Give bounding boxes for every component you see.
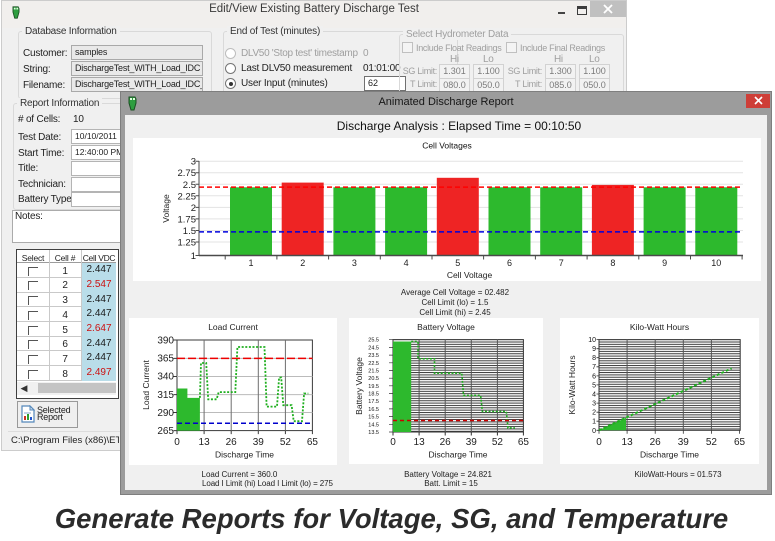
svg-text:340: 340 xyxy=(157,372,174,383)
svg-text:23.5: 23.5 xyxy=(368,353,379,359)
svg-text:2.25: 2.25 xyxy=(178,191,197,202)
svg-text:8: 8 xyxy=(592,355,596,362)
svg-text:0: 0 xyxy=(596,437,602,448)
svg-text:10: 10 xyxy=(711,258,721,268)
svg-text:Discharge Time: Discharge Time xyxy=(428,450,487,460)
svg-text:Battery Voltage: Battery Voltage xyxy=(417,322,475,332)
svg-text:Load Current: Load Current xyxy=(208,322,258,332)
svg-text:1.5: 1.5 xyxy=(183,226,196,237)
svg-text:0: 0 xyxy=(174,437,180,448)
svg-text:65: 65 xyxy=(307,437,319,448)
svg-text:6: 6 xyxy=(507,258,512,268)
svg-text:16.5: 16.5 xyxy=(368,407,379,413)
svg-text:8: 8 xyxy=(610,258,615,268)
svg-text:1: 1 xyxy=(191,251,196,262)
svg-text:3: 3 xyxy=(191,157,196,168)
svg-text:4: 4 xyxy=(592,391,596,398)
svg-text:20.5: 20.5 xyxy=(368,376,379,382)
svg-text:3: 3 xyxy=(352,258,357,268)
svg-text:52: 52 xyxy=(280,437,292,448)
svg-text:13: 13 xyxy=(199,437,211,448)
svg-text:26: 26 xyxy=(226,437,238,448)
svg-text:52: 52 xyxy=(706,437,718,448)
svg-text:Voltage: Voltage xyxy=(161,194,171,223)
svg-text:Discharge Time: Discharge Time xyxy=(640,450,699,460)
svg-text:18.5: 18.5 xyxy=(368,392,379,398)
svg-text:7: 7 xyxy=(592,364,596,371)
svg-text:39: 39 xyxy=(466,437,478,448)
svg-text:9: 9 xyxy=(662,258,667,268)
svg-text:39: 39 xyxy=(253,437,265,448)
svg-text:2.75: 2.75 xyxy=(178,168,197,179)
svg-text:Cell Voltages: Cell Voltages xyxy=(422,141,472,151)
svg-text:1: 1 xyxy=(248,258,253,268)
svg-text:Cell Voltage: Cell Voltage xyxy=(447,270,493,280)
svg-text:13: 13 xyxy=(414,437,426,448)
svg-text:2: 2 xyxy=(300,258,305,268)
svg-text:0: 0 xyxy=(592,428,596,435)
svg-text:1.75: 1.75 xyxy=(178,214,197,225)
svg-text:13.5: 13.5 xyxy=(368,430,379,436)
svg-text:52: 52 xyxy=(492,437,504,448)
svg-text:Load Current: Load Current xyxy=(141,360,151,410)
svg-text:1: 1 xyxy=(592,419,596,426)
svg-text:2: 2 xyxy=(191,203,196,214)
svg-text:13: 13 xyxy=(622,437,634,448)
svg-text:Discharge Time: Discharge Time xyxy=(215,450,274,460)
svg-text:24.5: 24.5 xyxy=(368,345,379,351)
svg-text:65: 65 xyxy=(518,437,530,448)
svg-text:15.5: 15.5 xyxy=(368,415,379,421)
svg-text:0: 0 xyxy=(390,437,396,448)
svg-text:65: 65 xyxy=(734,437,746,448)
svg-text:2: 2 xyxy=(592,410,596,417)
svg-text:26: 26 xyxy=(650,437,662,448)
svg-text:25.5: 25.5 xyxy=(368,338,379,344)
svg-text:19.5: 19.5 xyxy=(368,384,379,390)
svg-text:7: 7 xyxy=(559,258,564,268)
svg-text:2.5: 2.5 xyxy=(183,180,196,191)
svg-text:265: 265 xyxy=(157,426,174,437)
svg-text:14.5: 14.5 xyxy=(368,422,379,428)
svg-text:365: 365 xyxy=(157,354,174,365)
svg-text:10: 10 xyxy=(588,337,596,344)
svg-text:5: 5 xyxy=(455,258,460,268)
svg-text:22.5: 22.5 xyxy=(368,361,379,367)
svg-text:21.5: 21.5 xyxy=(368,369,379,375)
svg-text:9: 9 xyxy=(592,346,596,353)
svg-text:Kilo-Watt Hours: Kilo-Watt Hours xyxy=(630,322,689,332)
svg-text:17.5: 17.5 xyxy=(368,399,379,405)
svg-text:4: 4 xyxy=(404,258,409,268)
svg-text:390: 390 xyxy=(157,336,174,347)
svg-text:3: 3 xyxy=(592,401,596,408)
svg-text:26: 26 xyxy=(440,437,452,448)
svg-text:315: 315 xyxy=(157,390,174,401)
svg-text:39: 39 xyxy=(678,437,690,448)
svg-text:1.25: 1.25 xyxy=(178,238,197,249)
svg-text:5: 5 xyxy=(592,382,596,389)
svg-text:Kilo-Watt Hours: Kilo-Watt Hours xyxy=(567,355,577,414)
svg-text:Battery Voltage: Battery Voltage xyxy=(354,357,364,415)
svg-text:6: 6 xyxy=(592,373,596,380)
svg-text:290: 290 xyxy=(157,408,174,419)
